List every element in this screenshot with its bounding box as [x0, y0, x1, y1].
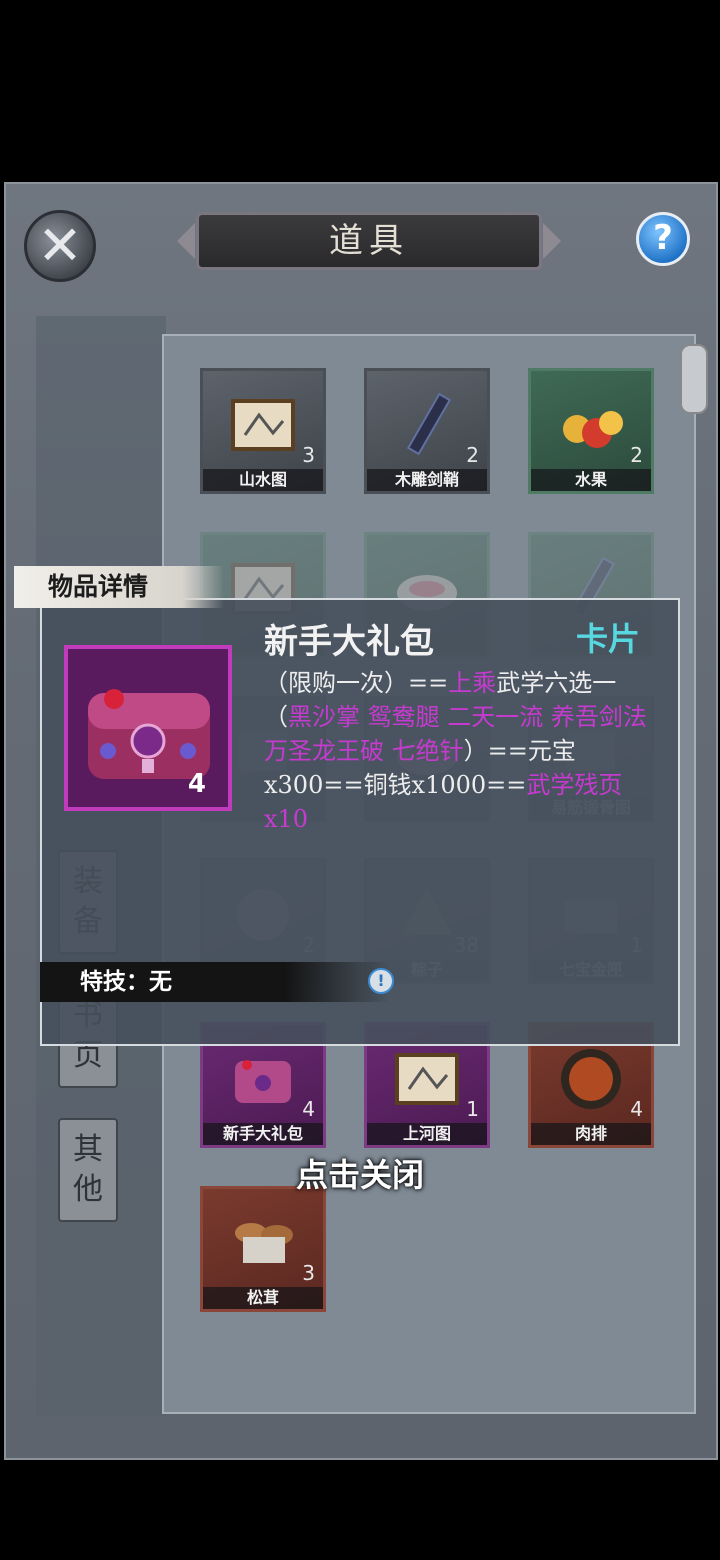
item-name: 新手大礼包 — [264, 622, 434, 662]
highlight-text: 黑沙掌 鸳鸯腿 二天一流 养吾剑法 万圣龙王破 七绝针 — [264, 703, 647, 765]
item-count: 2 — [630, 443, 643, 467]
close-button[interactable]: ✕ — [24, 210, 96, 282]
item-name: 山水图 — [203, 469, 323, 491]
detail-tab: 物品详情 — [14, 566, 224, 608]
sword-sheath-icon — [387, 389, 467, 463]
description-text: （限购一次）== — [264, 669, 449, 697]
highlight-text: 上乘 — [448, 669, 497, 697]
skill-bar: 特技：无 — [40, 962, 390, 1002]
meat-dish-icon — [551, 1043, 631, 1117]
item-slot[interactable]: 2 木雕剑鞘 — [364, 368, 490, 494]
treasure-chest-icon — [223, 1043, 303, 1117]
info-icon[interactable]: ! — [368, 968, 394, 994]
item-count: 4 — [630, 1097, 643, 1121]
item-slot[interactable]: 3 松茸 — [200, 1186, 326, 1312]
skill-label: 特技：无 — [80, 968, 172, 995]
item-name: 木雕剑鞘 — [367, 469, 487, 491]
item-count: 4 — [187, 769, 206, 799]
item-slot[interactable]: 3 山水图 — [200, 368, 326, 494]
item-name: 新手大礼包 — [203, 1123, 323, 1145]
help-icon[interactable]: ? — [636, 212, 690, 266]
item-count: 2 — [466, 443, 479, 467]
detail-item-slot: 4 — [64, 645, 232, 811]
scroll-painting-icon — [223, 389, 303, 463]
item-name: 上河图 — [367, 1123, 487, 1145]
item-name: 松茸 — [203, 1287, 323, 1309]
detail-tab-label: 物品详情 — [48, 572, 149, 601]
item-count: 4 — [302, 1097, 315, 1121]
item-count: 1 — [466, 1097, 479, 1121]
item-name: 水果 — [531, 469, 651, 491]
page-title: 道具 — [329, 221, 409, 261]
fruit-basket-icon — [551, 389, 631, 463]
item-count: 3 — [302, 443, 315, 467]
scrollbar[interactable] — [680, 344, 708, 414]
tap-to-close-hint[interactable]: 点击关闭 — [0, 1150, 720, 1196]
scroll-painting-icon — [387, 1043, 467, 1117]
item-kind: 卡片 — [576, 620, 641, 658]
title-plate: 道具 — [177, 212, 561, 270]
item-slot[interactable]: 2 水果 — [528, 368, 654, 494]
close-icon: ✕ — [37, 214, 83, 277]
mushroom-icon — [223, 1207, 303, 1281]
item-name: 肉排 — [531, 1123, 651, 1145]
item-count: 3 — [302, 1261, 315, 1285]
item-description: （限购一次）==上乘武学六选一（黑沙掌 鸳鸯腿 二天一流 养吾剑法 万圣龙王破 … — [264, 666, 664, 836]
